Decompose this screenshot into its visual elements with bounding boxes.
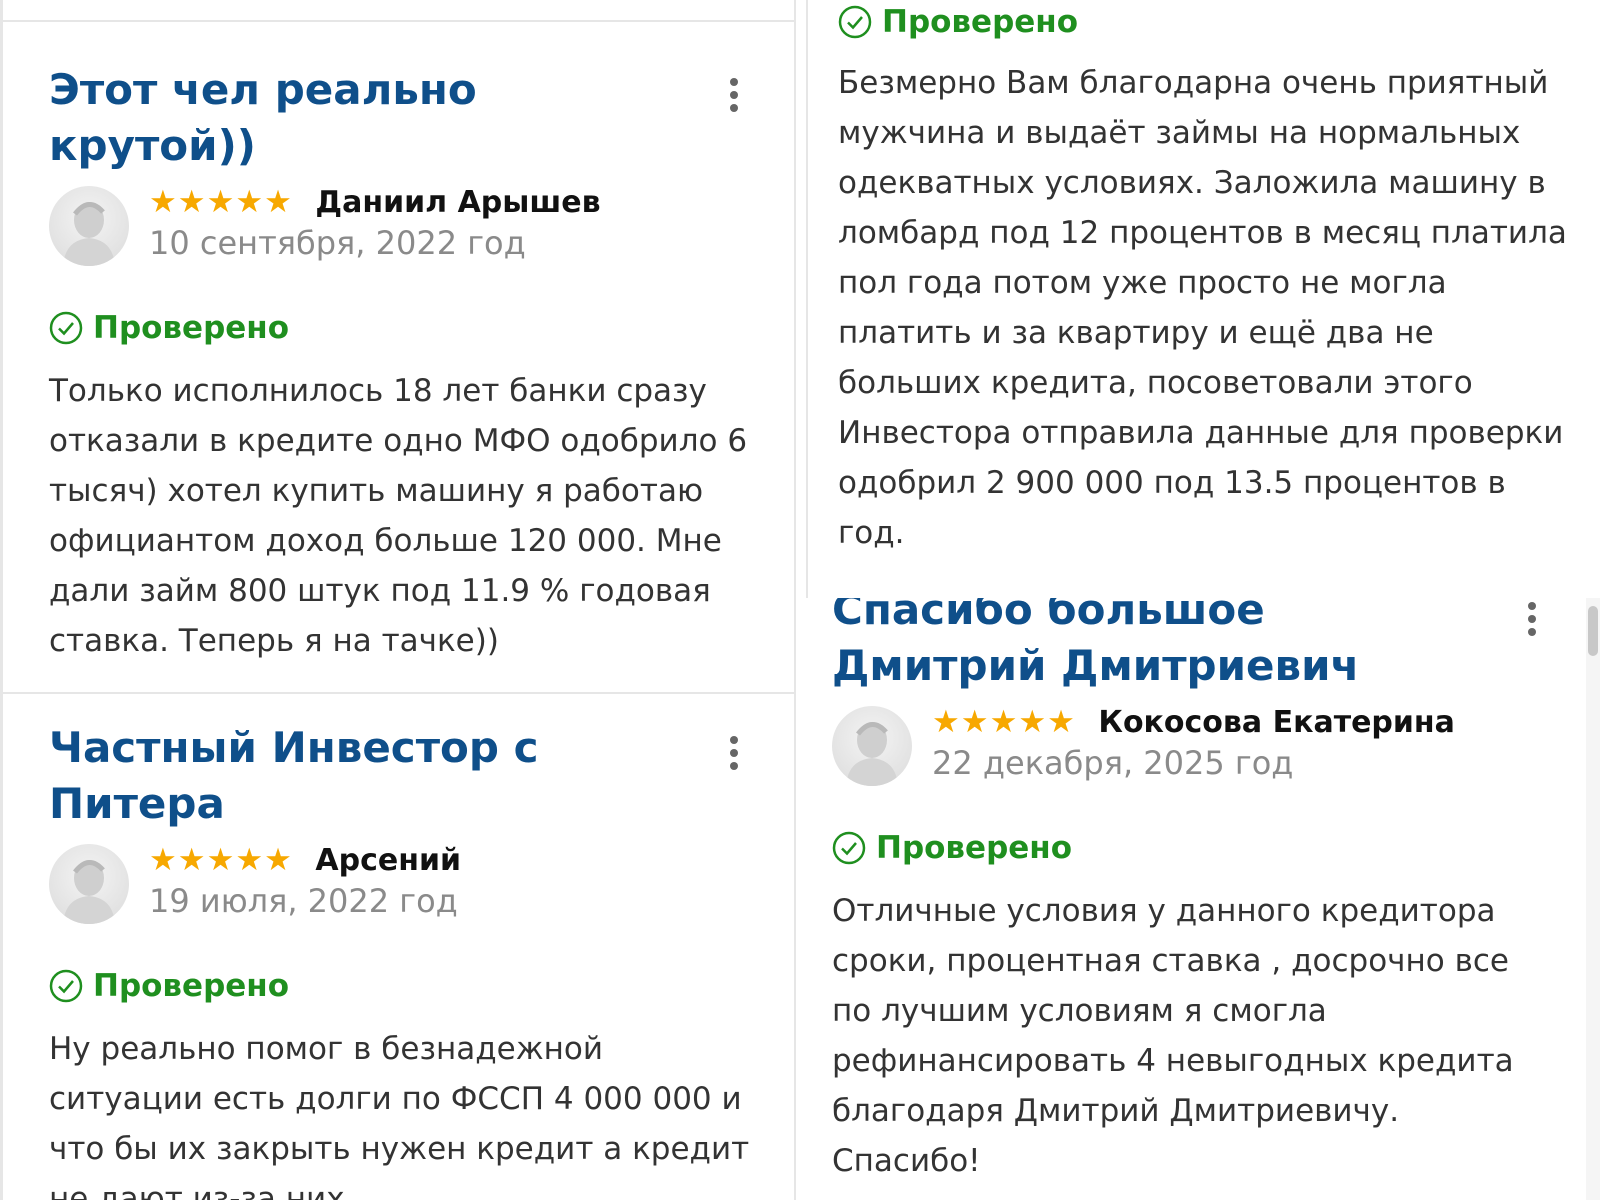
review-title: Частный Инвестор с Питера xyxy=(49,723,539,828)
review-panel-1: Этот чел реально крутой)) ★★★★★ Даниил А… xyxy=(0,0,796,692)
verified-label: Проверено xyxy=(882,4,1079,40)
review-card: Проверено Безмерно Вам благодарна очень … xyxy=(838,0,1570,558)
review-text: Безмерно Вам благодарна очень приятный м… xyxy=(838,65,1567,551)
more-options-icon[interactable] xyxy=(1520,602,1544,642)
review-text: Ну реально помог в безнадежной ситуации … xyxy=(49,1031,750,1200)
scrollbar-thumb[interactable] xyxy=(1588,606,1598,656)
review-date: 10 сентября, 2022 год xyxy=(149,224,526,262)
check-circle-icon xyxy=(49,311,83,345)
author-name: Кокосова Екатерина xyxy=(1098,704,1455,740)
review-text: Только исполнилось 18 лет банки сразу от… xyxy=(49,373,748,659)
review-card: Спасибо большое Дмитрий Дмитриевич ★★★★★… xyxy=(832,598,1544,1186)
review-panel-4: Спасибо большое Дмитрий Дмитриевич ★★★★★… xyxy=(796,598,1600,1200)
verified-label: Проверено xyxy=(876,830,1073,866)
verified-badge: Проверено xyxy=(838,0,1570,44)
scrollbar-track[interactable] xyxy=(1586,598,1600,1200)
verified-badge: Проверено xyxy=(832,826,1544,870)
more-options-icon[interactable] xyxy=(722,78,746,118)
review-panel-3: Проверено Безмерно Вам благодарна очень … xyxy=(806,0,1600,598)
check-circle-icon xyxy=(838,5,872,39)
verified-badge: Проверено xyxy=(49,306,754,350)
review-date: 22 декабря, 2025 год xyxy=(932,744,1294,782)
check-circle-icon xyxy=(832,831,866,865)
review-meta: ★★★★★ Кокосова Екатерина 22 декабря, 202… xyxy=(932,704,1544,782)
user-avatar-icon xyxy=(49,844,129,924)
review-panel-2: Частный Инвестор с Питера ★★★★★ Арсений … xyxy=(0,692,796,1200)
user-avatar-icon xyxy=(49,186,129,266)
author-row: ★★★★★ Кокосова Екатерина 22 декабря, 202… xyxy=(832,704,1544,788)
rating-stars: ★★★★★ xyxy=(149,842,293,877)
author-name: Арсений xyxy=(315,842,462,878)
author-row: ★★★★★ Арсений 19 июля, 2022 год xyxy=(49,842,754,926)
author-name: Даниил Арышев xyxy=(315,184,601,220)
review-date: 19 июля, 2022 год xyxy=(149,882,458,920)
verified-label: Проверено xyxy=(93,310,290,346)
rating-stars: ★★★★★ xyxy=(149,184,293,219)
review-title: Спасибо большое Дмитрий Дмитриевич xyxy=(832,598,1360,690)
review-text: Отличные условия у данного кредитора сро… xyxy=(832,893,1514,1179)
review-title: Этот чел реально крутой)) xyxy=(49,65,477,170)
review-card: Этот чел реально крутой)) ★★★★★ Даниил А… xyxy=(49,62,754,666)
review-meta: ★★★★★ Арсений 19 июля, 2022 год xyxy=(149,842,754,920)
divider xyxy=(3,20,794,22)
rating-stars: ★★★★★ xyxy=(932,704,1076,739)
author-row: ★★★★★ Даниил Арышев 10 сентября, 2022 го… xyxy=(49,184,754,268)
check-circle-icon xyxy=(49,969,83,1003)
user-avatar-icon xyxy=(832,706,912,786)
review-meta: ★★★★★ Даниил Арышев 10 сентября, 2022 го… xyxy=(149,184,754,262)
verified-badge: Проверено xyxy=(49,964,754,1008)
verified-label: Проверено xyxy=(93,968,290,1004)
review-card: Частный Инвестор с Питера ★★★★★ Арсений … xyxy=(49,720,754,1200)
more-options-icon[interactable] xyxy=(722,736,746,776)
